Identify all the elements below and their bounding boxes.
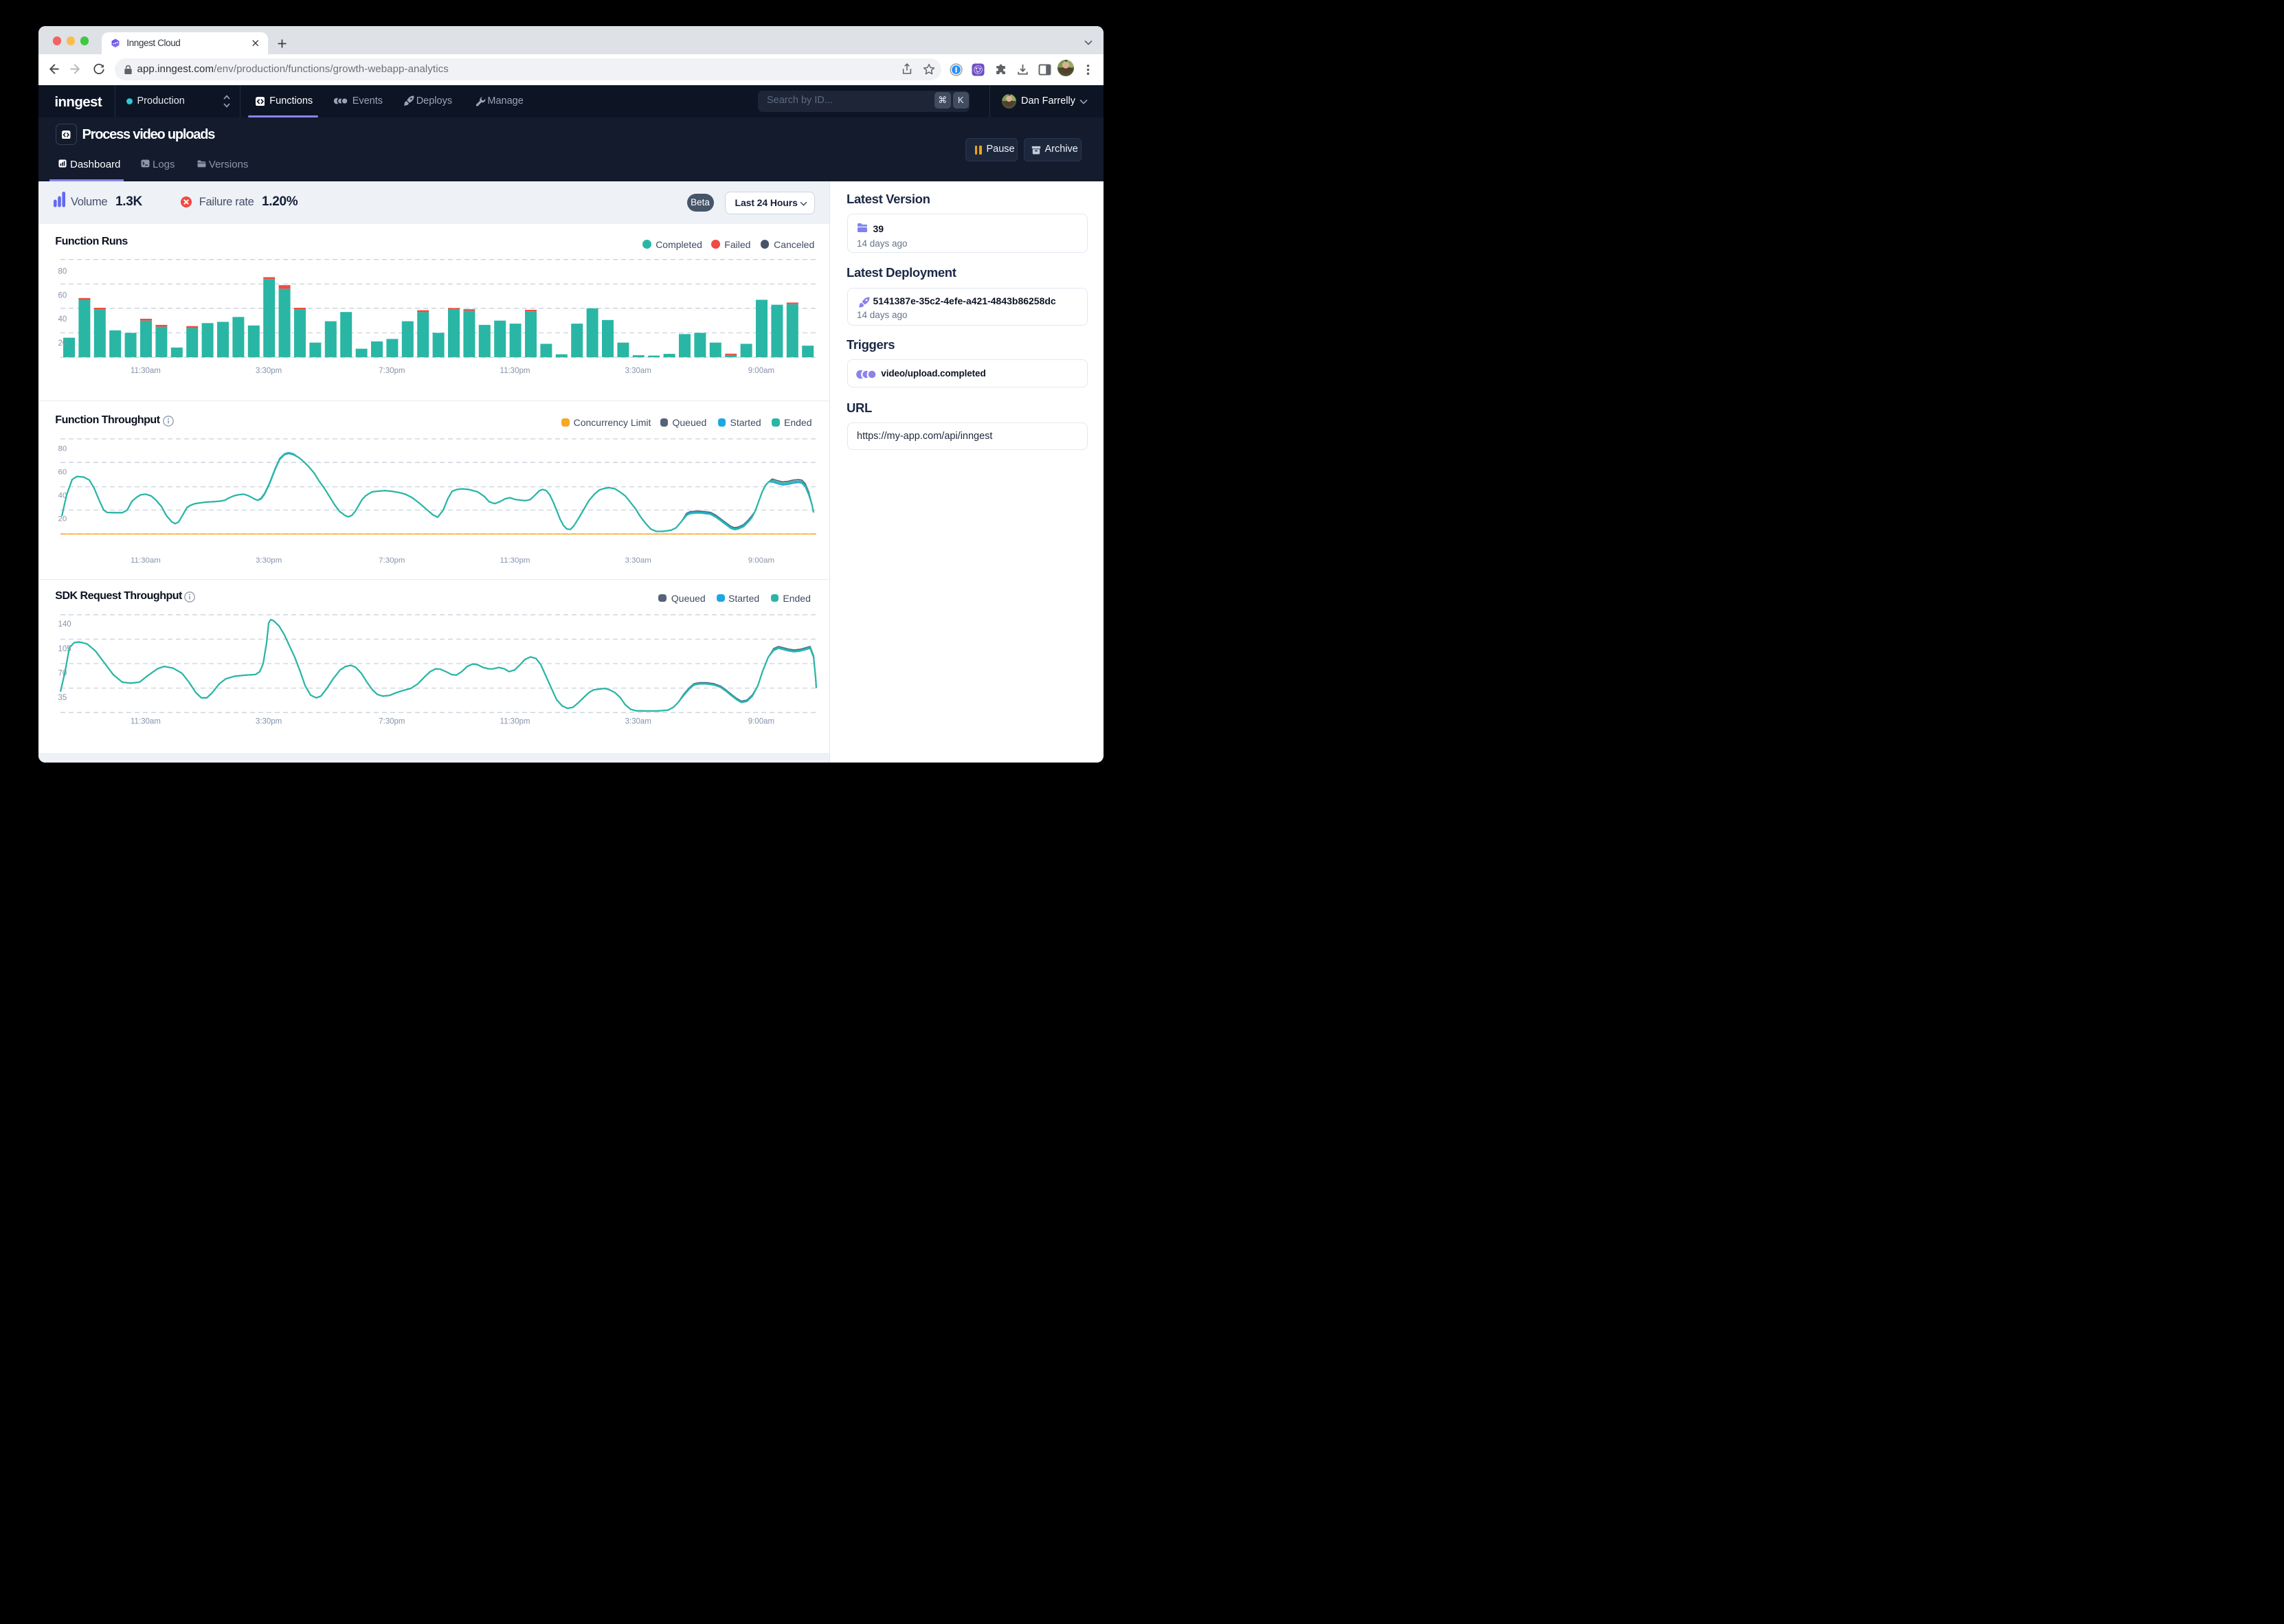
svg-text:9:00am: 9:00am <box>748 367 774 375</box>
svg-text:35: 35 <box>58 694 67 702</box>
svg-text:9:00am: 9:00am <box>748 556 774 565</box>
svg-text:40: 40 <box>58 315 67 324</box>
svg-text:80: 80 <box>58 445 67 453</box>
svg-text:11:30am: 11:30am <box>131 556 161 565</box>
svg-text:7:30pm: 7:30pm <box>379 367 405 375</box>
svg-text:7:30pm: 7:30pm <box>379 556 405 565</box>
svg-text:3:30pm: 3:30pm <box>256 556 282 565</box>
svg-text:60: 60 <box>58 469 67 477</box>
svg-text:3:30pm: 3:30pm <box>256 367 282 375</box>
svg-text:3:30am: 3:30am <box>625 717 651 725</box>
svg-text:11:30pm: 11:30pm <box>500 717 530 725</box>
svg-text:7:30pm: 7:30pm <box>379 717 405 725</box>
svg-text:3:30am: 3:30am <box>625 556 651 565</box>
svg-text:9:00am: 9:00am <box>748 717 774 725</box>
svg-text:140: 140 <box>58 620 71 629</box>
svg-text:20: 20 <box>58 339 67 348</box>
svg-text:3:30am: 3:30am <box>625 367 651 375</box>
svg-text:3:30pm: 3:30pm <box>256 717 282 725</box>
svg-text:60: 60 <box>58 292 67 300</box>
svg-text:11:30am: 11:30am <box>131 717 161 725</box>
svg-text:11:30pm: 11:30pm <box>500 367 530 375</box>
svg-text:11:30pm: 11:30pm <box>500 556 530 565</box>
svg-text:80: 80 <box>58 268 67 276</box>
svg-text:11:30am: 11:30am <box>131 367 161 375</box>
